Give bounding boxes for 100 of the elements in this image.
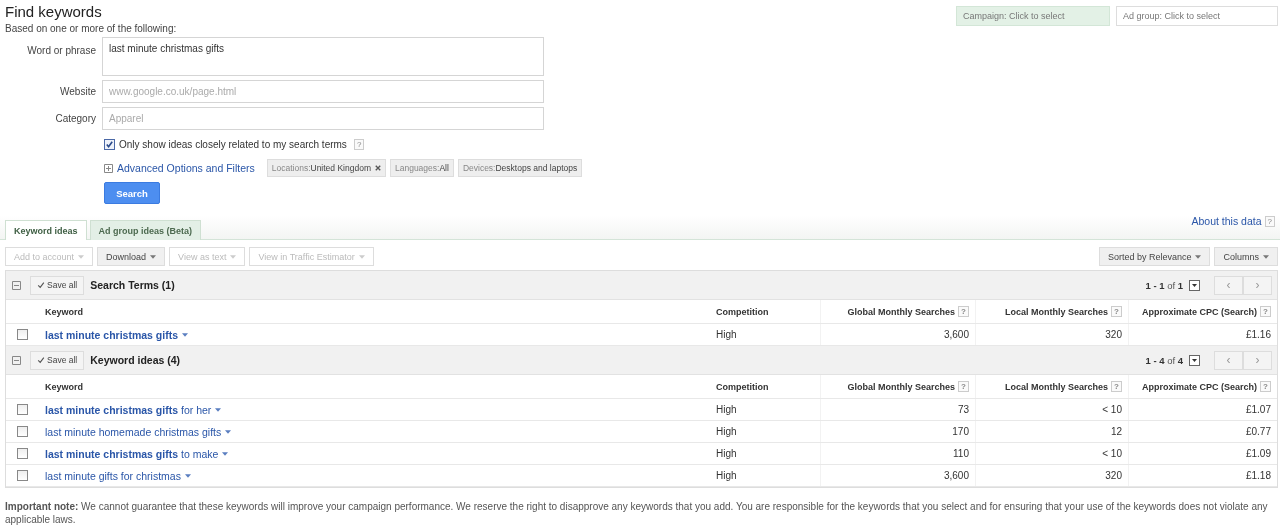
table-cell: 110 [821, 443, 976, 464]
filter-chip[interactable]: Languages:All [390, 159, 454, 177]
checkbox[interactable] [17, 448, 28, 459]
table-cell: High [710, 324, 821, 345]
pagination-text: 1 - 4 of 4 [1145, 354, 1183, 366]
table-cell-text: £1.18 [1244, 469, 1272, 483]
ad-group-selector[interactable]: Ad group: Click to select [1116, 6, 1278, 26]
column-header: Keyword [45, 381, 83, 392]
table-cell: High [710, 443, 821, 464]
keyword-link[interactable]: last minute homemade christmas gifts [45, 425, 222, 438]
column-header: Local Monthly Searches [1005, 381, 1109, 392]
help-icon[interactable]: ? [958, 306, 969, 317]
caret-icon [225, 429, 232, 434]
check-icon [37, 356, 45, 364]
save-all-button[interactable]: Save all [30, 275, 85, 295]
table-cell: 3,600 [821, 324, 976, 345]
help-icon[interactable]: ? [1111, 306, 1122, 317]
close-icon[interactable] [375, 165, 381, 171]
checkbox[interactable] [104, 139, 115, 150]
help-icon[interactable]: ? [1260, 381, 1271, 392]
collapse-icon[interactable] [12, 355, 21, 365]
filter-chip[interactable]: Locations:United Kingdom [266, 159, 386, 177]
table-cell-text: £1.09 [1244, 447, 1272, 461]
column-header: Global Monthly Searches [847, 381, 956, 392]
table-cell: High [710, 465, 821, 486]
field-label: Website [59, 86, 96, 97]
keyword-link[interactable]: last minute gifts for christmas [45, 469, 181, 482]
field-label: Word or phrase [26, 44, 96, 56]
caret-icon [182, 332, 189, 337]
keyword-link[interactable]: last minute christmas gifts for her [45, 403, 212, 416]
caret-icon [1263, 254, 1269, 259]
save-all-button[interactable]: Save all [30, 350, 85, 370]
field-label: Category [54, 113, 96, 124]
important-note: Important note: We cannot guarantee that these keywords will improve your campaign performance. We reserve the right to disapprove any keywords that you add. You are responsible for the keywords that you select and for ensuring that your use of the keywords does not violate any applicable laws. [5, 500, 1269, 526]
input-field[interactable]: www.google.co.uk/page.html [102, 80, 544, 103]
dropdown-button[interactable]: Download [97, 247, 166, 266]
table-cell: 320 [976, 324, 1129, 345]
caret-icon [1195, 254, 1202, 259]
caret-icon [150, 254, 157, 259]
help-icon[interactable]: ? [1260, 306, 1271, 317]
checkbox[interactable] [17, 329, 28, 340]
collapse-icon[interactable] [12, 280, 21, 290]
table-cell: < 10 [976, 443, 1129, 464]
table-cell-text: £1.16 [1244, 328, 1272, 342]
caret-icon [358, 254, 365, 259]
checkbox-label: Only show ideas closely related to my search terms [119, 139, 347, 150]
column-header: Keyword [45, 306, 83, 317]
help-icon[interactable]: ? [958, 381, 969, 392]
caret-icon [78, 254, 85, 259]
checkbox[interactable] [17, 404, 28, 415]
caret-icon [222, 451, 229, 456]
expand-icon[interactable] [104, 163, 113, 173]
checkbox[interactable] [17, 426, 28, 437]
help-icon[interactable]: ? [1264, 215, 1275, 227]
dropdown-icon[interactable] [1189, 279, 1200, 291]
checkbox[interactable] [17, 470, 28, 481]
table-cell-text: £1.07 [1244, 403, 1272, 417]
column-header: Approximate CPC (Search) [1142, 381, 1258, 392]
caret-icon [230, 254, 237, 259]
table-cell: 73 [821, 399, 976, 420]
previous-button[interactable]: ‹ [1214, 275, 1243, 295]
table-cell: 3,600 [821, 465, 976, 486]
dropdown-button[interactable]: Sorted by Relevance [1098, 247, 1211, 266]
caret-icon [1192, 358, 1197, 362]
subtitle: Based on one or more of the following: [5, 23, 177, 34]
group-title: Search Terms (1) [90, 279, 175, 291]
caret-icon [1192, 283, 1197, 287]
filter-chip[interactable]: Devices:Desktops and laptops [457, 159, 583, 177]
table-cell-text: £0.77 [1244, 425, 1272, 439]
table-cell: < 10 [976, 399, 1129, 420]
search-button[interactable]: Search [104, 182, 160, 204]
help-icon[interactable]: ? [353, 139, 365, 150]
previous-button[interactable]: ‹ [1214, 350, 1243, 370]
table-cell: 320 [976, 465, 1129, 486]
column-header: Competition [716, 381, 769, 392]
column-header: Local Monthly Searches [1005, 306, 1109, 317]
tab[interactable]: Ad group ideas (Beta) [89, 220, 202, 240]
dropdown-icon[interactable] [1189, 354, 1200, 366]
pagination-text: 1 - 1 of 1 [1145, 279, 1183, 291]
keyword-link[interactable]: last minute christmas gifts [45, 328, 179, 341]
table-cell: High [710, 399, 821, 420]
column-header: Global Monthly Searches [847, 306, 956, 317]
table-cell: 12 [976, 421, 1129, 442]
dropdown-button[interactable]: Columns [1214, 247, 1278, 266]
group-title: Keyword ideas (4) [90, 354, 181, 366]
text-area[interactable]: last minute christmas gifts [102, 37, 544, 76]
input-field[interactable]: Apparel [102, 107, 544, 130]
check-icon [37, 281, 45, 289]
campaign-selector[interactable]: Campaign: Click to select [956, 6, 1110, 26]
caret-icon [215, 407, 222, 412]
help-icon[interactable]: ? [1111, 381, 1122, 392]
keyword-link[interactable]: last minute christmas gifts to make [45, 447, 219, 460]
table-cell: High [710, 421, 821, 442]
column-header: Approximate CPC (Search) [1142, 306, 1258, 317]
column-header: Competition [716, 306, 769, 317]
page-title: Find keywords [5, 3, 103, 21]
advanced-options-link[interactable]: Advanced Options and Filters [117, 162, 255, 174]
table-cell: 170 [821, 421, 976, 442]
about-data-link[interactable]: About this data [1191, 215, 1262, 227]
tab[interactable]: Keyword ideas [5, 220, 87, 240]
